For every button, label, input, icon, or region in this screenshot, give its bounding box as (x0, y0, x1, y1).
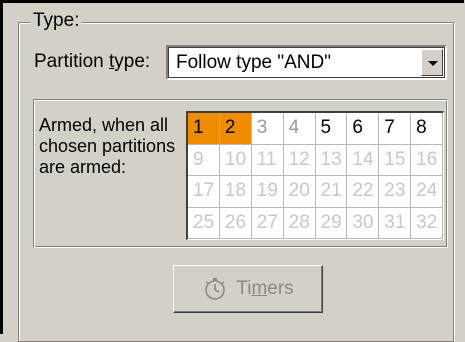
partition-cell-8[interactable]: 8 (411, 113, 443, 145)
partition-cell-18: 18 (219, 176, 252, 208)
partition-cell-19: 19 (251, 176, 284, 208)
timers-button[interactable]: Timers (173, 265, 323, 313)
partition-cell-32: 32 (411, 207, 443, 239)
partition-cell-30: 30 (347, 207, 380, 239)
partition-cell-14: 14 (347, 144, 380, 176)
partition-cell-13: 13 (315, 144, 348, 176)
partition-cell-5[interactable]: 5 (315, 113, 348, 145)
partition-cell-15: 15 (379, 144, 412, 176)
partition-cell-3[interactable]: 3 (251, 113, 284, 145)
partition-cell-2[interactable]: 2 (219, 113, 252, 145)
partition-cell-26: 26 (219, 207, 252, 239)
partition-cell-12: 12 (283, 144, 316, 176)
partition-cell-31: 31 (379, 207, 412, 239)
partition-cell-22: 22 (347, 176, 380, 208)
partition-cell-27: 27 (251, 207, 284, 239)
armed-label: Armed, when all chosen partitions are ar… (39, 115, 176, 177)
dropdown-button[interactable] (421, 49, 443, 76)
partition-cell-11: 11 (251, 144, 284, 176)
partition-cell-20: 20 (283, 176, 316, 208)
partition-cell-7[interactable]: 7 (379, 113, 412, 145)
stopwatch-icon (205, 278, 226, 300)
partition-cell-10: 10 (219, 144, 252, 176)
partition-cell-17: 17 (188, 176, 220, 208)
partition-cell-16: 16 (411, 144, 443, 176)
partition-cell-9: 9 (188, 144, 220, 176)
partition-type-label: Partition type: (34, 51, 151, 72)
partition-cell-25: 25 (188, 207, 220, 239)
chevron-down-icon (428, 61, 438, 66)
partition-cell-23: 23 (379, 176, 412, 208)
partition-grid: 1 2 3 4 5 6 7 8 9 10 11 12 13 14 15 16 17 18 19 20 21 22 23 24 2… (186, 111, 444, 240)
partition-cell-1[interactable]: 1 (188, 113, 220, 145)
partition-cell-28: 28 (283, 207, 316, 239)
timers-button-label: Timers (236, 278, 294, 299)
partition-cell-6[interactable]: 6 (347, 113, 380, 145)
partition-type-combobox[interactable]: Follow type "AND" (166, 45, 447, 80)
partition-cell-4[interactable]: 4 (283, 113, 316, 145)
partition-cell-29: 29 (315, 207, 348, 239)
partition-type-value: Follow type "AND" (176, 52, 331, 73)
type-group-title: Type: (30, 10, 83, 32)
partition-cell-24: 24 (411, 176, 443, 208)
partition-cell-21: 21 (315, 176, 348, 208)
